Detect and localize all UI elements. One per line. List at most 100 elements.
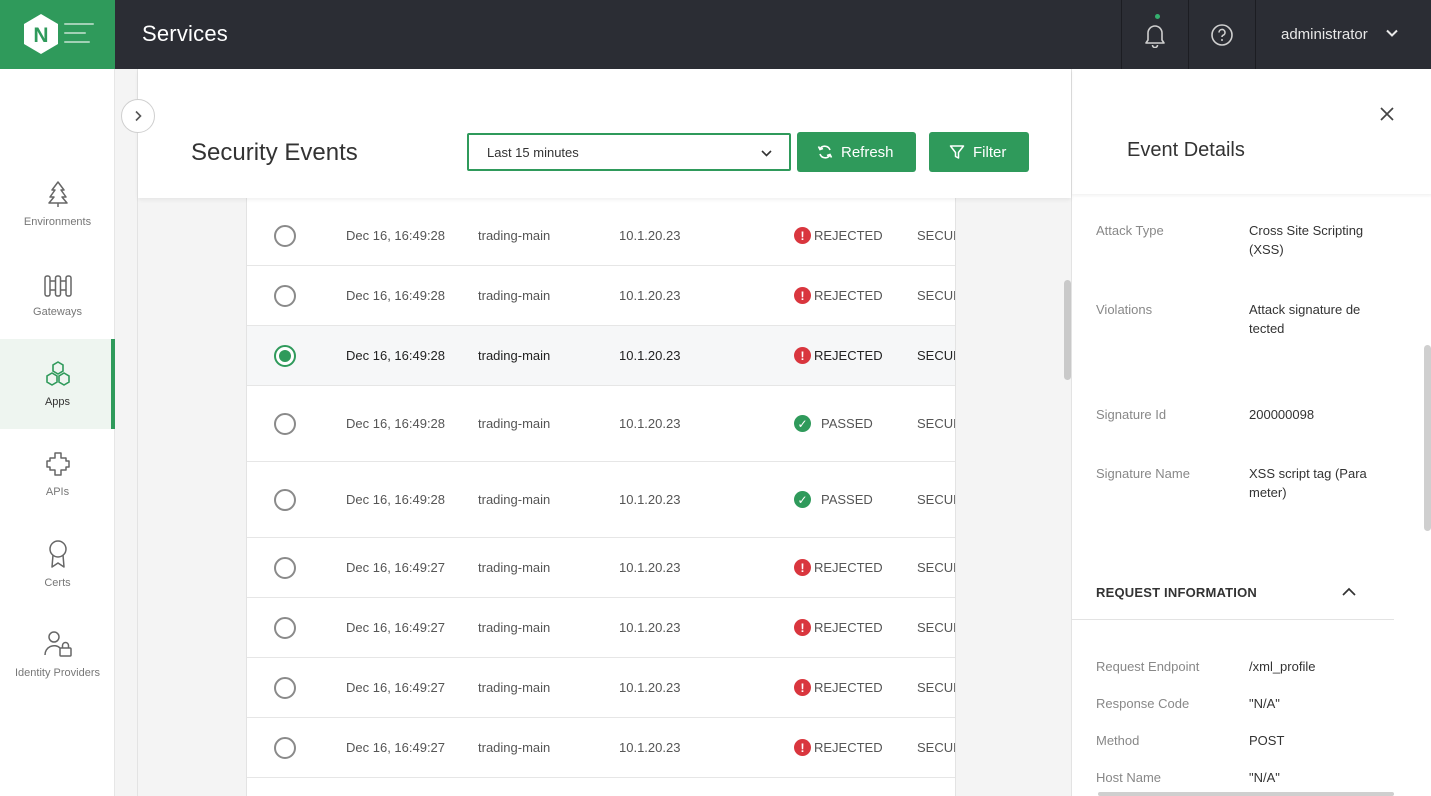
sidebar-item-apis[interactable]: APIs [0, 429, 115, 519]
events-scrollbar[interactable] [1064, 280, 1071, 380]
sidebar-item-environments[interactable]: Environments [0, 159, 115, 249]
page-title: Security Events [191, 139, 358, 166]
sidebar-item-identity-providers[interactable]: Identity Providers [0, 609, 115, 699]
event-time: Dec 16, 16:49:27 [346, 740, 446, 755]
bell-icon [1145, 24, 1165, 48]
sidebar: Environments Gateways Apps APIs Certs Id… [0, 69, 115, 796]
user-menu[interactable]: administrator [1255, 0, 1431, 69]
alert-circle-icon: ! [794, 347, 811, 364]
event-time: Dec 16, 16:49:28 [346, 416, 446, 431]
filter-button[interactable]: Filter [929, 132, 1029, 172]
event-environment: trading-main [478, 680, 551, 695]
row-select-radio[interactable] [274, 489, 296, 511]
sidebar-item-label: Environments [23, 216, 92, 228]
time-range-select[interactable]: Last 15 minutes [467, 133, 791, 171]
row-select-radio[interactable] [274, 557, 296, 579]
divider [1072, 619, 1394, 620]
status-text: REJECTED [814, 288, 883, 303]
chevron-up-icon[interactable] [1341, 584, 1357, 600]
identity-user-lock-icon [43, 631, 72, 657]
event-type: SECUR [917, 492, 955, 507]
details-scrollbar[interactable] [1424, 345, 1431, 531]
row-select-radio[interactable] [274, 413, 296, 435]
table-row[interactable]: Dec 16, 16:49:27 trading-main 10.1.20.23! R… [247, 658, 955, 718]
refresh-button[interactable]: Refresh [797, 132, 916, 172]
sidebar-item-certs[interactable]: Certs [0, 519, 115, 609]
help-button[interactable] [1188, 0, 1255, 69]
close-icon[interactable] [1378, 105, 1396, 123]
status-text: REJECTED [814, 680, 883, 695]
status-text: REJECTED [814, 228, 883, 243]
sidebar-item-apps[interactable]: Apps [0, 339, 115, 429]
logo[interactable]: N [0, 0, 115, 69]
response-code-label: Response Code [1096, 696, 1190, 711]
alert-circle-icon: ! [794, 559, 811, 576]
nginx-logo-icon: N [24, 14, 58, 54]
chevron-down-icon [1386, 29, 1398, 37]
host-name-label: Host Name [1096, 770, 1162, 785]
details-horizontal-scrollbar[interactable] [1098, 792, 1394, 796]
sidebar-item-label: Gateways [33, 306, 82, 318]
events-header: Security Events Last 15 minutes Refresh … [138, 69, 1071, 198]
event-ip: 10.1.20.23 [619, 680, 681, 695]
event-environment: trading-main [478, 560, 551, 575]
table-row[interactable] [247, 778, 955, 796]
row-select-radio[interactable] [274, 737, 296, 759]
event-status: ! REJECTED [794, 287, 883, 304]
table-row[interactable]: Dec 16, 16:49:28 trading-main 10.1.20.23! R… [247, 326, 955, 386]
event-status: ! REJECTED [794, 559, 883, 576]
table-row[interactable]: Dec 16, 16:49:27 trading-main 10.1.20.23! R… [247, 538, 955, 598]
event-time: Dec 16, 16:49:27 [346, 680, 446, 695]
event-status: ✓ PASSED [794, 415, 873, 432]
method-label: Method [1096, 733, 1140, 748]
table-row[interactable]: Dec 16, 16:49:27 trading-main 10.1.20.23! R… [247, 718, 955, 778]
request-info-heading[interactable]: REQUEST INFORMATION [1096, 585, 1257, 600]
event-environment: trading-main [478, 348, 551, 363]
row-select-radio[interactable] [274, 617, 296, 639]
chevron-right-icon [135, 110, 142, 122]
event-status: ! REJECTED [794, 347, 883, 364]
notification-dot [1155, 14, 1160, 19]
event-time: Dec 16, 16:49:27 [346, 620, 446, 635]
sidebar-item-label: Certs [44, 577, 71, 589]
row-select-radio[interactable] [274, 285, 296, 307]
menu-icon[interactable] [64, 23, 94, 50]
signature-id-value: 200000098 [1249, 407, 1315, 422]
username: administrator [1281, 26, 1368, 43]
api-puzzle-icon [45, 452, 70, 476]
table-row[interactable]: Dec 16, 16:49:27 trading-main 10.1.20.23! R… [247, 598, 955, 658]
sidebar-item-label: APIs [45, 486, 70, 498]
tree-icon [47, 181, 68, 207]
row-select-radio[interactable] [274, 225, 296, 247]
request-endpoint-value: /xml_profile [1249, 659, 1316, 674]
table-row[interactable]: Dec 16, 16:49:28 trading-main 10.1.20.23! R… [247, 266, 955, 326]
status-text: REJECTED [814, 740, 883, 755]
event-type: SECUR [917, 228, 955, 243]
sidebar-item-gateways[interactable]: Gateways [0, 249, 115, 339]
row-select-radio[interactable] [274, 677, 296, 699]
time-range-value: Last 15 minutes [487, 145, 579, 160]
table-row[interactable]: Dec 16, 16:49:28 trading-main 10.1.20.23! R… [247, 206, 955, 266]
row-select-radio[interactable] [274, 345, 296, 367]
event-ip: 10.1.20.23 [619, 288, 681, 303]
status-text: REJECTED [814, 560, 883, 575]
top-bar: N Services administrator [0, 0, 1431, 69]
table-row[interactable]: Dec 16, 16:49:28 trading-main 10.1.20.23 ✓ P… [247, 462, 955, 538]
event-ip: 10.1.20.23 [619, 740, 681, 755]
chevron-down-icon [761, 150, 772, 157]
event-environment: trading-main [478, 416, 551, 431]
attack-type-label: Attack Type [1096, 223, 1164, 238]
notifications-button[interactable] [1121, 0, 1188, 69]
gateway-icon [43, 275, 72, 297]
status-text: PASSED [821, 416, 873, 431]
method-value: POST [1249, 733, 1285, 748]
event-environment: trading-main [478, 492, 551, 507]
refresh-icon [817, 145, 833, 159]
event-time: Dec 16, 16:49:28 [346, 348, 446, 363]
violations-label: Violations [1096, 302, 1153, 317]
table-row[interactable]: Dec 16, 16:49:28 trading-main 10.1.20.23 ✓ P… [247, 386, 955, 462]
expand-panel-button[interactable] [121, 99, 155, 133]
event-type: SECUR [917, 560, 955, 575]
event-status: ✓ PASSED [794, 491, 873, 508]
event-time: Dec 16, 16:49:28 [346, 492, 446, 507]
